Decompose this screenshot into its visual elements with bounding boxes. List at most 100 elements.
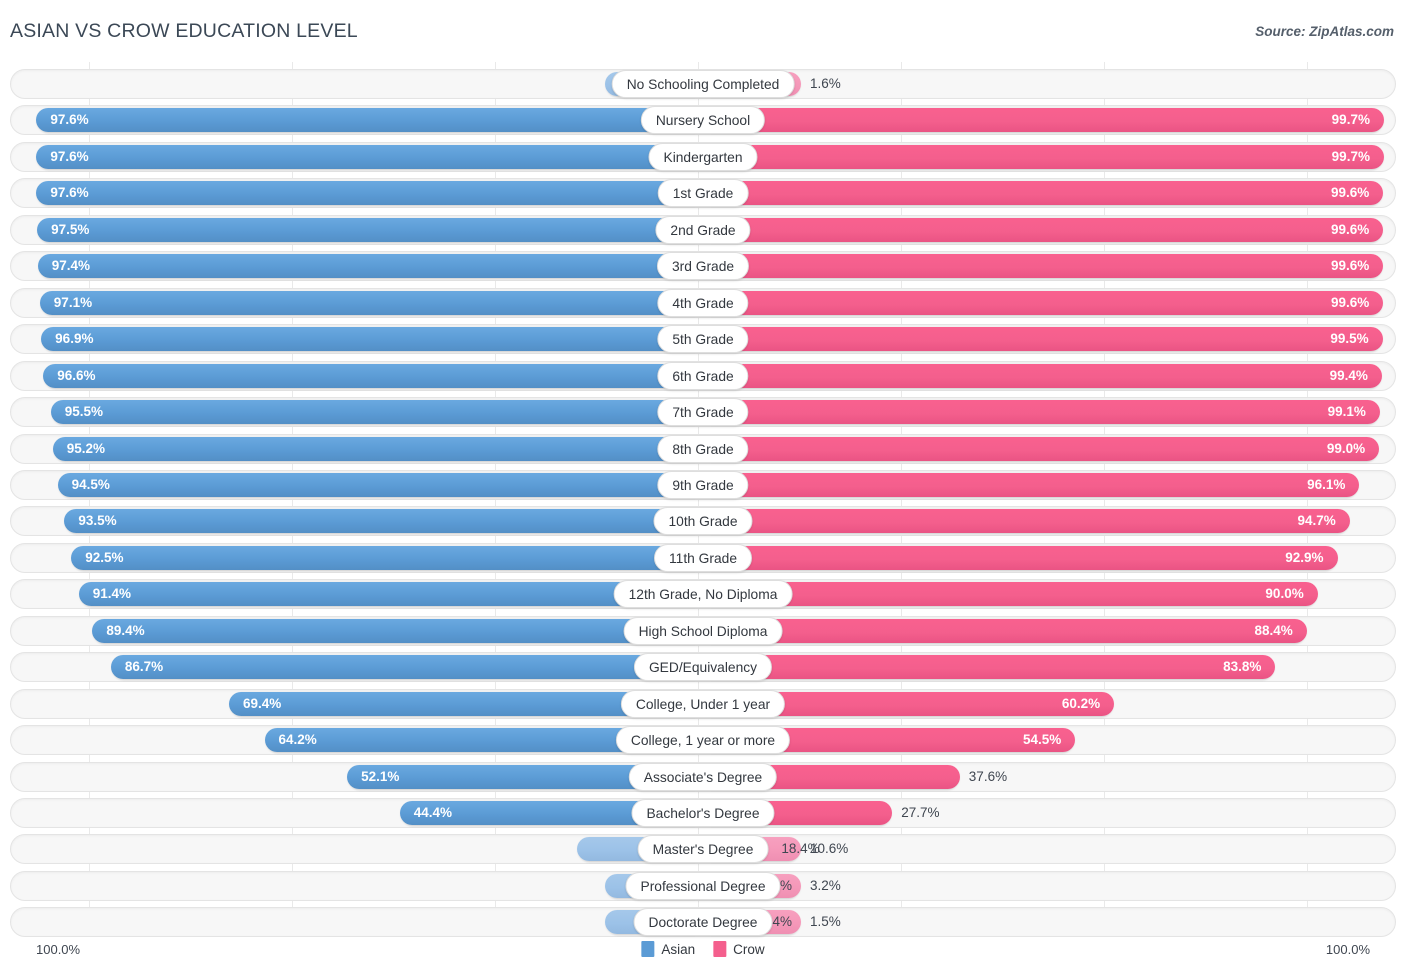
category-label[interactable]: College, 1 year or more xyxy=(615,726,791,755)
category-label[interactable]: 1st Grade xyxy=(657,179,749,208)
chart-row[interactable]: 2.4% 1.5% Doctorate Degree xyxy=(10,907,1396,938)
bar-crow xyxy=(703,436,1380,461)
bar-asian xyxy=(36,144,703,169)
bar-asian xyxy=(50,400,703,425)
category-label[interactable]: High School Diploma xyxy=(623,616,783,645)
bar-asian xyxy=(64,509,703,534)
diverging-bar-chart: 2.4%1.6%No Schooling Completed97.6%99.7%… xyxy=(0,62,1406,938)
category-label[interactable]: 6th Grade xyxy=(657,361,749,390)
chart-row[interactable]: 96.6% 99.4% 6th Grade xyxy=(10,360,1396,391)
chart-row[interactable]: 95.5% 99.1% 7th Grade xyxy=(10,397,1396,428)
category-label[interactable]: 10th Grade xyxy=(653,507,753,536)
chart-row[interactable]: 96.9% 99.5% 5th Grade xyxy=(10,324,1396,355)
chart-row[interactable]: 89.4% 88.4% High School Diploma xyxy=(10,615,1396,646)
axis-min-label: 100.0% xyxy=(36,942,81,957)
value-label-asian: 97.4% xyxy=(51,258,91,274)
category-label[interactable]: Nursery School xyxy=(640,106,766,135)
category-label[interactable]: Kindergarten xyxy=(648,142,758,171)
value-label-crow: 10.6% xyxy=(810,841,849,857)
chart-row[interactable]: 95.2% 99.0% 8th Grade xyxy=(10,433,1396,464)
chart-row[interactable]: 92.5% 92.9% 11th Grade xyxy=(10,542,1396,573)
value-label-asian: 86.7% xyxy=(124,659,164,675)
category-label[interactable]: No Schooling Completed xyxy=(611,70,795,98)
legend-swatch-icon xyxy=(641,941,655,957)
category-label[interactable]: 8th Grade xyxy=(657,434,749,463)
category-label[interactable]: 4th Grade xyxy=(657,288,749,317)
legend-item-crow[interactable]: Crow xyxy=(713,941,765,957)
chart-row[interactable]: 94.5% 96.1% 9th Grade xyxy=(10,469,1396,500)
chart-row[interactable]: 93.5% 94.7% 10th Grade xyxy=(10,506,1396,537)
bar-crow xyxy=(703,509,1350,534)
value-label-crow: 1.5% xyxy=(810,914,841,930)
bar-crow xyxy=(703,217,1384,242)
chart-row[interactable]: 97.5% 99.6% 2nd Grade xyxy=(10,214,1396,245)
category-label[interactable]: 12th Grade, No Diploma xyxy=(613,580,793,609)
chart-row[interactable]: 69.4% 60.2% College, Under 1 year xyxy=(10,688,1396,719)
chart-row[interactable]: 97.4% 99.6% 3rd Grade xyxy=(10,251,1396,282)
bar-crow xyxy=(703,655,1276,680)
bar-asian xyxy=(92,618,703,643)
bar-asian xyxy=(36,181,703,206)
bar-asian xyxy=(41,327,703,352)
chart-row[interactable]: 18.4% 10.6% Master's Degree xyxy=(10,834,1396,865)
value-label-asian: 97.6% xyxy=(50,148,89,164)
category-label[interactable]: Associate's Degree xyxy=(628,762,778,791)
chart-row[interactable]: 5.5%3.2%Professional Degree xyxy=(10,870,1396,901)
category-label[interactable]: GED/Equivalency xyxy=(633,653,773,682)
legend-item-asian[interactable]: Asian xyxy=(641,941,695,957)
chart-row[interactable]: 52.1% 37.6% Associate's Degree xyxy=(10,761,1396,792)
bar-asian xyxy=(71,545,703,570)
category-label[interactable]: 2nd Grade xyxy=(655,215,751,244)
value-label-asian: 91.4% xyxy=(92,586,132,602)
value-label-asian: 97.5% xyxy=(51,221,90,237)
chart-row[interactable]: 97.1% 99.6% 4th Grade xyxy=(10,287,1396,318)
value-label-asian: 89.4% xyxy=(106,622,145,638)
value-label-asian: 97.6% xyxy=(50,112,89,128)
value-label-crow: 99.6% xyxy=(1331,221,1370,237)
category-label[interactable]: Professional Degree xyxy=(625,871,781,900)
value-label-crow: 99.6% xyxy=(1331,294,1370,310)
value-label-crow: 3.2% xyxy=(810,877,841,893)
bar-crow xyxy=(703,181,1384,206)
value-label-crow: 94.7% xyxy=(1297,513,1336,529)
chart-row[interactable]: 97.6% 99.6% 1st Grade xyxy=(10,178,1396,209)
bar-asian xyxy=(37,217,703,242)
value-label-asian: 92.5% xyxy=(85,549,124,565)
bar-crow xyxy=(703,400,1380,425)
bar-asian xyxy=(78,582,703,607)
category-label[interactable]: 11th Grade xyxy=(653,543,753,572)
value-label-asian: 96.6% xyxy=(57,367,96,383)
category-label[interactable]: Master's Degree xyxy=(637,835,769,864)
bar-crow xyxy=(703,254,1384,279)
axis-max-label: 100.0% xyxy=(1325,942,1370,957)
bar-asian xyxy=(37,254,703,279)
value-label-crow: 99.7% xyxy=(1331,112,1370,128)
chart-row[interactable]: 91.4% 90.0% 12th Grade, No Diploma xyxy=(10,579,1396,610)
category-label[interactable]: College, Under 1 year xyxy=(620,689,786,718)
category-label[interactable]: 5th Grade xyxy=(657,325,749,354)
chart-row[interactable]: 86.7% 83.8% GED/Equivalency xyxy=(10,652,1396,683)
category-label[interactable]: 3rd Grade xyxy=(656,252,750,281)
category-label[interactable]: Doctorate Degree xyxy=(633,908,773,937)
category-label[interactable]: 7th Grade xyxy=(657,398,749,427)
bar-asian xyxy=(52,436,703,461)
bar-crow xyxy=(703,582,1318,607)
value-label-crow: 1.6% xyxy=(810,76,841,91)
value-label-crow: 60.2% xyxy=(1061,695,1101,711)
chart-row[interactable]: 97.6% 99.7% Kindergarten xyxy=(10,141,1396,172)
category-label[interactable]: 9th Grade xyxy=(657,470,749,499)
value-label-crow: 37.6% xyxy=(968,768,1008,784)
chart-row[interactable]: 44.4% 27.7% Bachelor's Degree xyxy=(10,798,1396,828)
legend-label: Crow xyxy=(733,941,765,957)
chart-row[interactable]: 2.4%1.6%No Schooling Completed xyxy=(10,69,1396,99)
category-label[interactable]: Bachelor's Degree xyxy=(631,799,775,827)
bar-asian xyxy=(36,108,703,133)
legend-swatch-icon xyxy=(713,941,727,957)
value-label-crow: 99.7% xyxy=(1331,148,1370,164)
value-label-asian: 95.5% xyxy=(64,404,104,420)
value-label-asian: 44.4% xyxy=(413,805,453,820)
chart-header: ASIAN VS CROW EDUCATION LEVEL Source: Zi… xyxy=(0,0,1406,62)
chart-row[interactable]: 97.6% 99.7% Nursery School xyxy=(10,105,1396,136)
value-label-asian: 95.2% xyxy=(66,440,106,456)
chart-row[interactable]: 64.2% 54.5% College, 1 year or more xyxy=(10,725,1396,756)
